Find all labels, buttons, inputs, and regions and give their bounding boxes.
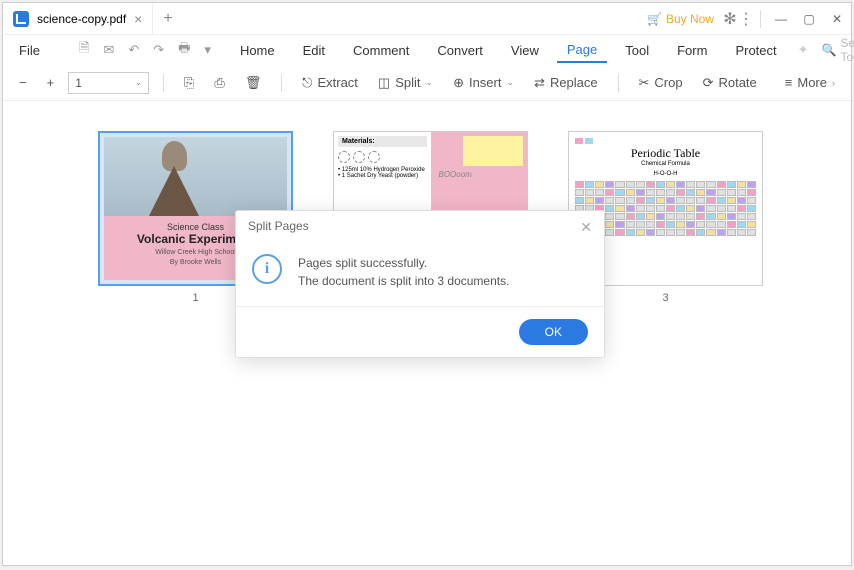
extract-button[interactable]: ⎋ Extract xyxy=(296,71,364,95)
add-tab-button[interactable]: + xyxy=(153,10,182,28)
crop-label: Crop xyxy=(654,75,682,90)
menu-dots-icon[interactable]: ⋮ xyxy=(738,11,754,27)
gift-icon[interactable]: ✻ xyxy=(722,11,738,27)
thumb3-sub1: Chemical Formula xyxy=(575,161,756,167)
dialog-message-2: The document is split into 3 documents. xyxy=(298,272,509,290)
close-window-button[interactable]: ✕ xyxy=(823,3,851,35)
menu-page[interactable]: Page xyxy=(557,38,607,63)
page-number-input[interactable]: 1 ⌄ xyxy=(68,72,149,94)
zoom-in-button[interactable]: + xyxy=(41,71,61,94)
replace-icon: ⇄ xyxy=(534,75,545,91)
undo-icon[interactable]: ↶ xyxy=(125,42,142,58)
more-label: More xyxy=(797,75,827,90)
cart-icon: 🛒 xyxy=(647,12,662,26)
minimize-button[interactable]: — xyxy=(767,3,795,35)
duplicate-page-icon[interactable]: ⎙ xyxy=(208,71,230,95)
menu-convert[interactable]: Convert xyxy=(427,39,493,62)
replace-label: Replace xyxy=(550,75,598,90)
thumb2-boom: BOOoom xyxy=(439,170,472,179)
rotate-label: Rotate xyxy=(718,75,756,90)
rotate-button[interactable]: ⟳ Rotate xyxy=(697,71,763,95)
titlebar: science-copy.pdf × + 🛒 Buy Now ✻ ⋮ — ▢ ✕ xyxy=(3,3,851,35)
chevron-down-icon: ⌄ xyxy=(506,77,514,88)
zoom-out-button[interactable]: − xyxy=(13,71,33,94)
mail-icon[interactable]: ✉ xyxy=(100,42,117,58)
maximize-button[interactable]: ▢ xyxy=(795,3,823,35)
menu-view[interactable]: View xyxy=(501,39,549,62)
insert-button[interactable]: ⊕ Insert ⌄ xyxy=(447,71,520,95)
rotate-icon: ⟳ xyxy=(703,75,714,91)
search-placeholder: Search Tools xyxy=(841,36,854,64)
info-icon: i xyxy=(252,254,282,284)
menu-tool[interactable]: Tool xyxy=(615,39,659,62)
menubar: File 🗎 ✉ ↶ ↷ 🖶 ▾ Home Edit Comment Conve… xyxy=(3,35,851,65)
menu-protect[interactable]: Protect xyxy=(725,39,786,62)
thumb2-bullet2: • 1 Sachet Dry Yeast (powder) xyxy=(338,173,427,179)
chevron-down-icon: ⌄ xyxy=(426,77,434,88)
insert-label: Insert xyxy=(469,75,502,90)
menu-comment[interactable]: Comment xyxy=(343,39,419,62)
save-icon[interactable]: 🗎 xyxy=(76,39,92,61)
chevron-right-icon: › xyxy=(832,78,835,88)
split-icon: ◫ xyxy=(378,75,390,91)
thumb3-label: 3 xyxy=(662,292,668,304)
wand-icon[interactable]: ✦ xyxy=(795,42,812,58)
close-tab-icon[interactable]: × xyxy=(134,11,142,27)
dialog-title: Split Pages xyxy=(248,219,309,236)
buy-now-button[interactable]: 🛒 Buy Now xyxy=(639,12,722,26)
menu-form[interactable]: Form xyxy=(667,39,717,62)
split-pages-dialog: Split Pages ✕ i Pages split successfully… xyxy=(235,210,605,358)
page-dropdown-icon: ⌄ xyxy=(135,77,143,88)
more-icon: ≡ xyxy=(785,75,793,90)
print-dropdown-icon[interactable]: ▾ xyxy=(201,42,214,58)
delete-page-icon[interactable]: 🗑 xyxy=(239,71,268,95)
thumb3-title: Periodic Table xyxy=(575,146,756,161)
split-label: Split xyxy=(395,75,420,90)
more-button[interactable]: ≡ More › xyxy=(779,71,841,94)
ok-button[interactable]: OK xyxy=(519,319,588,345)
thumb1-label: 1 xyxy=(192,292,198,304)
dialog-close-icon[interactable]: ✕ xyxy=(580,219,592,236)
file-menu[interactable]: File xyxy=(11,39,48,62)
crop-icon: ✂ xyxy=(638,75,649,91)
page-number-value: 1 xyxy=(75,76,82,90)
extract-icon: ⎋ xyxy=(302,75,312,91)
replace-button[interactable]: ⇄ Replace xyxy=(528,71,604,95)
print-icon[interactable]: 🖶 xyxy=(175,39,193,61)
dialog-message-1: Pages split successfully. xyxy=(298,254,509,272)
insert-page-icon[interactable]: ⎘ xyxy=(178,71,200,95)
menu-edit[interactable]: Edit xyxy=(293,39,335,62)
thumb3-sub2: H-O-O-H xyxy=(575,171,756,177)
filename: science-copy.pdf xyxy=(37,12,126,26)
search-icon: 🔍 xyxy=(822,43,837,57)
menu-home[interactable]: Home xyxy=(230,39,285,62)
search-tools[interactable]: 🔍 Search Tools xyxy=(822,36,854,64)
split-button[interactable]: ◫ Split ⌄ xyxy=(372,71,439,95)
document-tab[interactable]: science-copy.pdf × xyxy=(3,3,153,35)
page-toolbar: − + 1 ⌄ ⎘ ⎙ 🗑 ⎋ Extract ◫ Split ⌄ ⊕ Inse… xyxy=(3,65,851,101)
extract-label: Extract xyxy=(317,75,357,90)
buy-now-label: Buy Now xyxy=(666,12,714,26)
thumb2-materials: Materials: xyxy=(338,136,427,147)
crop-button[interactable]: ✂ Crop xyxy=(632,71,688,95)
app-icon xyxy=(13,11,29,27)
insert-icon: ⊕ xyxy=(453,75,464,91)
redo-icon[interactable]: ↷ xyxy=(150,42,167,58)
